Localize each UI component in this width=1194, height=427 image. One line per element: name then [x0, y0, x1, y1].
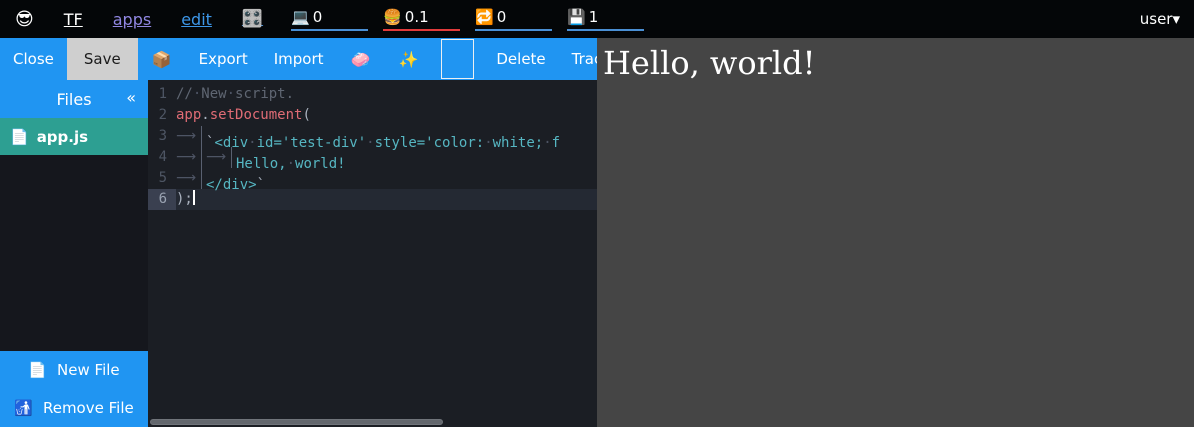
close-button[interactable]: Close [0, 38, 67, 80]
new-file-icon: 📄 [28, 361, 47, 379]
code-text: ); [176, 189, 195, 210]
file-item-label: app.js [37, 128, 88, 146]
files-header-label: Files [56, 90, 91, 109]
tab-marker-icon: ⟶ [206, 147, 232, 168]
counter-hamburger-value: 0.1 [405, 8, 429, 26]
soap-icon[interactable]: 🧼 [337, 38, 385, 80]
line-number: 3 [148, 126, 176, 147]
repeat-icon: 🔁 [475, 8, 494, 26]
import-button[interactable]: Import [261, 38, 337, 80]
counter-laptop-value: 0 [313, 8, 323, 26]
floppy-icon: 💾 [567, 8, 586, 26]
code-text: ⟶</div>` [176, 168, 265, 189]
code-text: //·New·script. [176, 84, 294, 105]
top-bar: 😎 TF apps edit 🎛️ 💻 0 🍔 0.1 🔁 0 💾 1 user… [0, 0, 1194, 38]
workspace: Files « 📄 app.js 📄 New File 🚮 Remove Fil… [0, 80, 597, 427]
remove-file-label: Remove File [43, 399, 134, 417]
new-file-label: New File [57, 361, 120, 379]
remove-file-button[interactable]: 🚮 Remove File [0, 389, 148, 427]
code-text: ⟶`<div·id='test-div'·style='color:·white… [176, 126, 560, 147]
file-list-empty-area [0, 155, 148, 351]
line-number: 2 [148, 105, 176, 126]
collapse-sidebar-button[interactable]: « [126, 88, 136, 107]
tab-marker-icon: ⟶ [176, 147, 202, 168]
user-menu[interactable]: user▾ [1140, 10, 1180, 28]
nav-link-tf[interactable]: TF [64, 10, 83, 29]
editor-pane: Close Save 📦 Export Import 🧼 ✨ Delete Tr… [0, 38, 597, 427]
counter-repeat-value: 0 [497, 8, 507, 26]
editor-toolbar: Close Save 📦 Export Import 🧼 ✨ Delete Tr… [0, 38, 597, 80]
code-line-5[interactable]: 5⟶</div>` [148, 168, 597, 189]
document-icon: 📄 [10, 128, 29, 146]
line-number: 4 [148, 147, 176, 168]
code-line-3[interactable]: 3⟶`<div·id='test-div'·style='color:·whit… [148, 126, 597, 147]
control-knobs-icon[interactable]: 🎛️ [242, 9, 263, 29]
file-item-appjs[interactable]: 📄 app.js [0, 118, 148, 155]
counter-floppy-value: 1 [589, 8, 599, 26]
files-sidebar: Files « 📄 app.js 📄 New File 🚮 Remove Fil… [0, 80, 148, 427]
horizontal-scrollbar[interactable] [150, 419, 443, 425]
preview-pane: Hello, world! [597, 38, 1194, 427]
files-header: Files « [0, 80, 148, 118]
code-line-1[interactable]: 1//·New·script. [148, 84, 597, 105]
laptop-icon: 💻 [291, 8, 310, 26]
sparkles-icon[interactable]: ✨ [384, 38, 432, 80]
code-lines: 1//·New·script.2app.setDocument(3⟶`<div·… [148, 84, 597, 210]
save-button[interactable]: Save [67, 38, 138, 80]
main-area: Close Save 📦 Export Import 🧼 ✨ Delete Tr… [0, 38, 1194, 427]
code-text: app.setDocument( [176, 105, 311, 126]
hamburger-icon: 🍔 [383, 8, 402, 26]
code-editor[interactable]: 1//·New·script.2app.setDocument(3⟶`<div·… [148, 80, 597, 427]
preview-hello-text: Hello, world! [603, 44, 815, 82]
code-text: ⟶⟶Hello,·world! [176, 147, 346, 168]
delete-button[interactable]: Delete [483, 38, 558, 80]
new-file-button[interactable]: 📄 New File [0, 351, 148, 389]
tab-marker-icon: ⟶ [176, 168, 202, 189]
counter-hamburger[interactable]: 🍔 0.1 [383, 8, 460, 31]
text-cursor [193, 190, 195, 205]
export-button[interactable]: Export [186, 38, 261, 80]
package-icon[interactable]: 📦 [138, 38, 186, 80]
nav-link-edit[interactable]: edit [181, 10, 212, 29]
sunglasses-logo-icon: 😎 [15, 9, 34, 30]
empty-toolbar-button[interactable] [441, 39, 474, 79]
counter-floppy[interactable]: 💾 1 [567, 8, 644, 31]
litter-bin-icon: 🚮 [14, 399, 33, 417]
code-line-2[interactable]: 2app.setDocument( [148, 105, 597, 126]
top-nav: 😎 TF apps edit 🎛️ [15, 9, 263, 30]
line-number: 5 [148, 168, 176, 189]
nav-link-apps[interactable]: apps [113, 10, 151, 29]
counter-repeat[interactable]: 🔁 0 [475, 8, 552, 31]
metric-counters: 💻 0 🍔 0.1 🔁 0 💾 1 [291, 8, 644, 31]
counter-laptop[interactable]: 💻 0 [291, 8, 368, 31]
tab-marker-icon: ⟶ [176, 126, 202, 147]
line-number: 1 [148, 84, 176, 105]
line-number: 6 [148, 189, 176, 210]
